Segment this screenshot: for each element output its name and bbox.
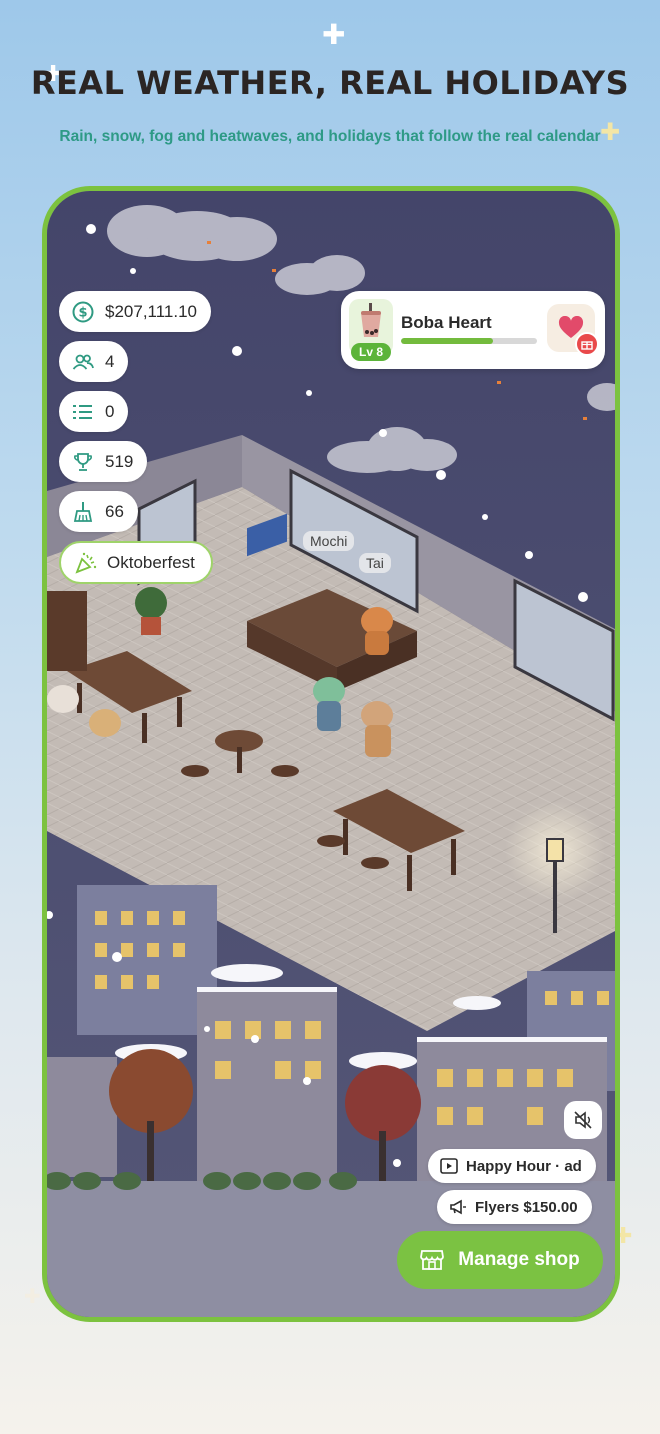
megaphone-icon xyxy=(449,1199,467,1215)
storefront-icon xyxy=(420,1249,445,1271)
character-name-tag: Mochi xyxy=(303,531,355,551)
broom-icon xyxy=(71,500,95,524)
game-screen[interactable]: $ $207,111.10 4 0 519 66 Oktoberfest Lv … xyxy=(42,186,620,1322)
trophies-value: 519 xyxy=(105,451,134,471)
trophy-icon xyxy=(71,450,95,474)
character-name-tag: Tai xyxy=(359,553,391,573)
holiday-label: Oktoberfest xyxy=(107,552,195,572)
cleanliness-value: 66 xyxy=(105,501,124,521)
xp-progress-fill xyxy=(401,338,494,344)
happy-hour-label: Happy Hour · ad xyxy=(466,1157,582,1175)
gift-icon xyxy=(575,332,599,356)
dollar-circle-icon: $ xyxy=(71,300,95,324)
happy-hour-ad-button[interactable]: Happy Hour · ad xyxy=(428,1149,596,1183)
money-pill: $ $207,111.10 xyxy=(59,291,212,332)
subheadline: Rain, snow, fog and heatwaves, and holid… xyxy=(59,128,601,145)
video-play-icon xyxy=(440,1158,458,1174)
svg-text:$: $ xyxy=(78,305,87,320)
flyers-button[interactable]: Flyers $150.00 xyxy=(437,1190,592,1224)
list-icon xyxy=(71,400,95,424)
holiday-badge[interactable]: Oktoberfest xyxy=(59,541,213,584)
level-badge: Lv 8 xyxy=(351,343,391,361)
money-value: $207,111.10 xyxy=(105,301,198,321)
xp-progress-bar xyxy=(401,338,537,344)
flyers-label: Flyers $150.00 xyxy=(475,1198,578,1216)
orders-pill: 0 xyxy=(59,391,129,432)
trophies-pill: 519 xyxy=(59,441,148,482)
sparkle-icon: ✚ xyxy=(24,1284,41,1308)
drink-name: Boba Heart xyxy=(401,313,492,332)
people-icon xyxy=(71,350,95,374)
party-popper-icon xyxy=(75,552,97,574)
mute-button[interactable] xyxy=(564,1101,602,1139)
featured-drink-card[interactable]: Lv 8 Boba Heart xyxy=(341,291,605,369)
headline: REAL WEATHER, REAL HOLIDAYS xyxy=(30,64,630,102)
cleanliness-pill: 66 xyxy=(59,491,138,532)
character-bear xyxy=(361,701,393,757)
favorite-button[interactable] xyxy=(547,304,599,356)
staff-pill: 4 xyxy=(59,341,129,382)
staff-value: 4 xyxy=(105,351,115,371)
speaker-muted-icon xyxy=(573,1110,593,1130)
sparkle-icon: ✚ xyxy=(322,18,346,51)
manage-shop-button[interactable]: Manage shop xyxy=(397,1231,603,1289)
manage-shop-label: Manage shop xyxy=(458,1249,580,1270)
orders-value: 0 xyxy=(105,401,115,421)
